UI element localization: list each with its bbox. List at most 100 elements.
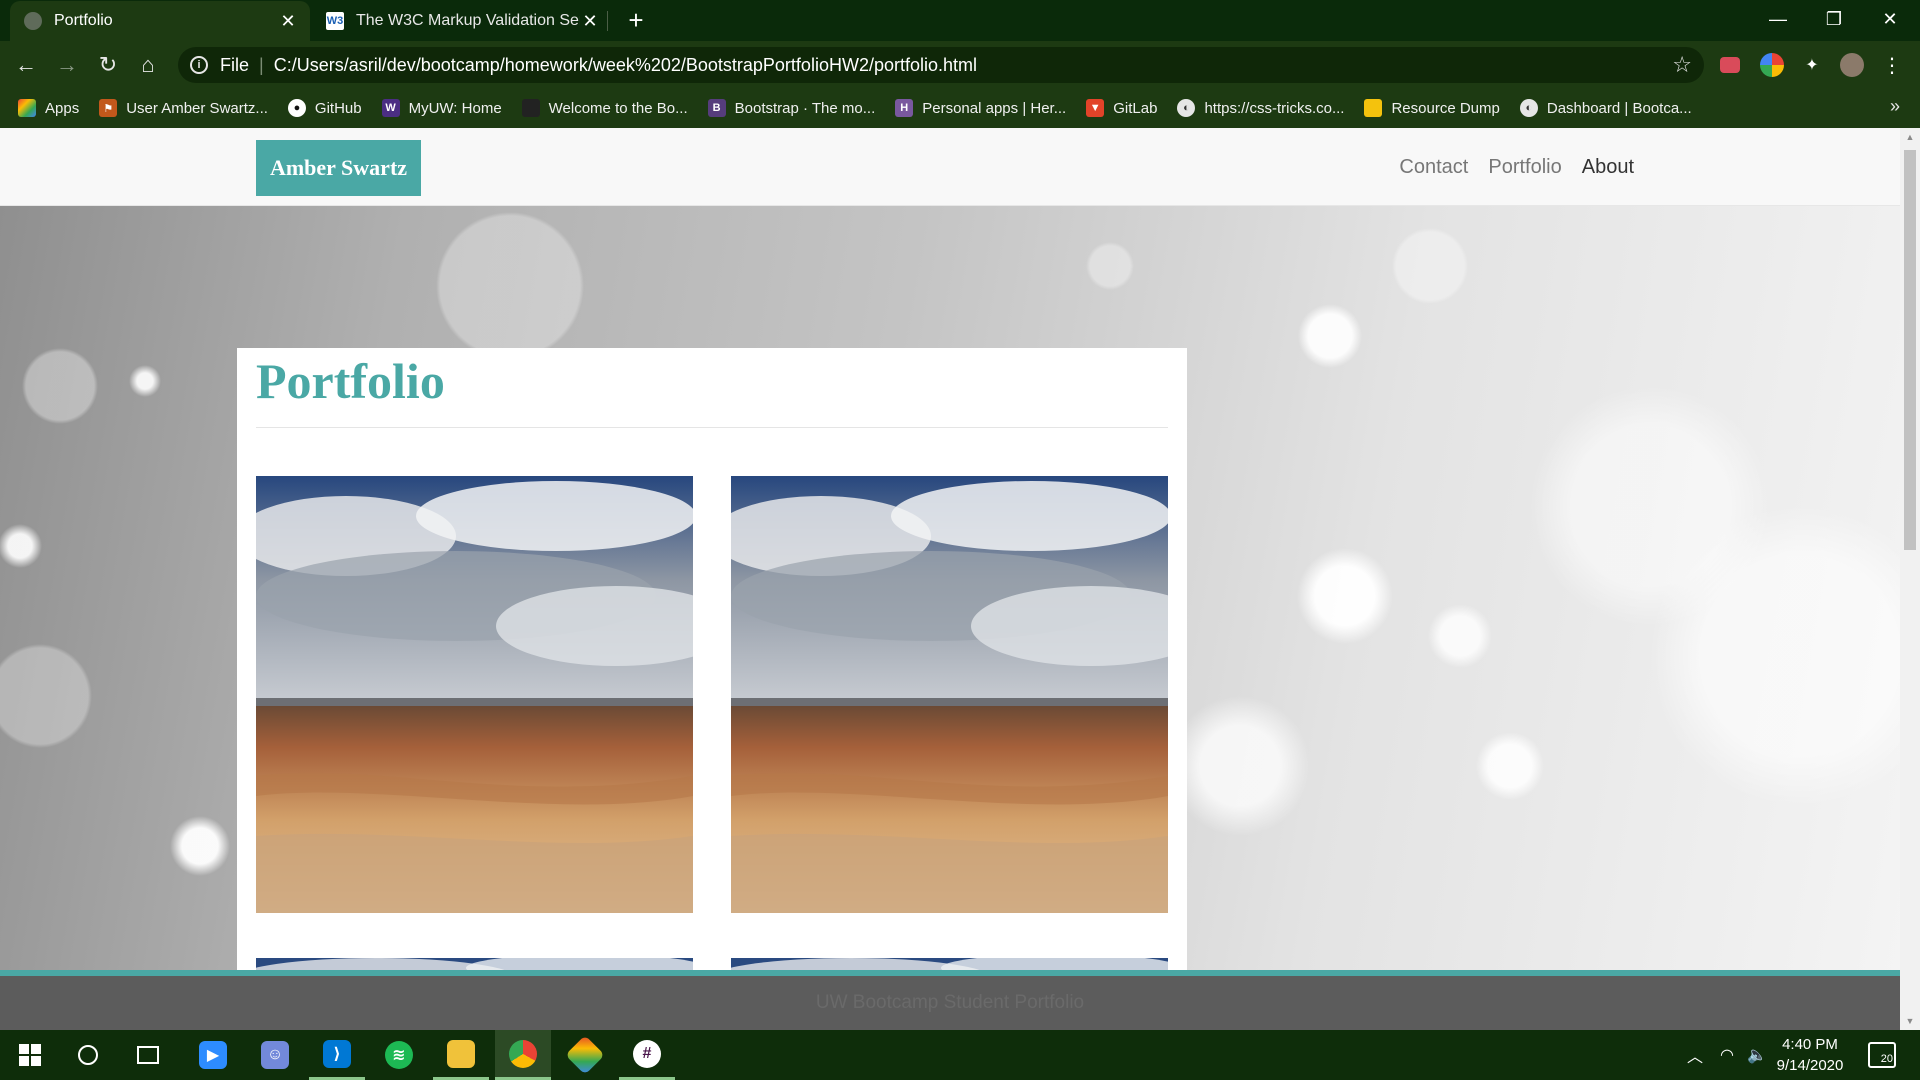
bookmark-github[interactable]: ● GitHub <box>287 99 362 117</box>
new-tab-button[interactable]: + <box>622 5 650 35</box>
tab-title: Portfolio <box>54 12 113 29</box>
minimize-button[interactable]: — <box>1750 0 1806 38</box>
github-icon: ● <box>287 99 306 117</box>
home-icon[interactable]: ⌂ <box>132 49 164 81</box>
portfolio-image[interactable] <box>731 476 1168 913</box>
bookmark-label: https://css-tricks.co... <box>1204 99 1345 117</box>
scrollbar-thumb[interactable] <box>1904 150 1916 550</box>
bookmark-user-amber[interactable]: ⚑ User Amber Swartz... <box>99 99 268 117</box>
bookmark-apps[interactable]: Apps <box>18 99 79 117</box>
apps-grid-icon <box>18 99 36 117</box>
wifi-icon[interactable]: ◠ <box>1712 1030 1742 1080</box>
portfolio-image[interactable] <box>256 476 693 913</box>
bookmark-css-tricks[interactable]: ◐ https://css-tricks.co... <box>1177 99 1344 117</box>
clock-date: 9/14/2020 <box>1776 1057 1844 1074</box>
heroku-icon: H <box>895 99 914 117</box>
portfolio-card: Portfolio <box>237 348 1187 1030</box>
url-divider: | <box>259 54 264 75</box>
tab-portfolio[interactable]: Portfolio ✕ <box>10 1 310 41</box>
nav-portfolio[interactable]: Portfolio <box>1488 156 1561 179</box>
system-clock[interactable]: 4:40 PM 9/14/2020 <box>1770 1034 1850 1076</box>
w-icon: W <box>381 99 400 117</box>
site-navbar: Amber Swartz Contact Portfolio About <box>0 128 1900 206</box>
windows-start-icon[interactable] <box>2 1030 58 1080</box>
close-tab-icon[interactable]: ✕ <box>278 11 298 31</box>
nav-links: Contact Portfolio About <box>1399 156 1634 179</box>
file-explorer-icon[interactable] <box>433 1030 489 1080</box>
tab-divider <box>607 11 608 31</box>
page-scrollbar[interactable]: ▲ ▼ <box>1900 128 1920 1030</box>
bootstrap-icon: B <box>707 99 726 117</box>
zoom-icon[interactable]: ▶ <box>185 1030 241 1080</box>
profile-avatar[interactable] <box>1840 53 1864 77</box>
bookmark-label: Welcome to the Bo... <box>548 99 688 117</box>
bookmark-label: Bootstrap · The mo... <box>734 99 876 117</box>
extension-video-icon[interactable] <box>1720 57 1740 73</box>
url-scheme: File <box>220 54 250 75</box>
footer-text: UW Bootcamp Student Portfolio <box>815 992 1085 1013</box>
chevron-up-icon[interactable]: ︿ <box>1680 1030 1710 1080</box>
close-window-button[interactable]: ✕ <box>1862 0 1918 38</box>
back-arrow-icon[interactable]: ← <box>10 49 42 81</box>
book-icon <box>521 99 540 117</box>
bookmark-star-icon[interactable]: ☆ <box>1672 52 1692 78</box>
brand-logo[interactable]: Amber Swartz <box>256 140 421 196</box>
bookmark-label: Apps <box>45 99 80 117</box>
bookmark-label: Personal apps | Her... <box>922 99 1067 117</box>
page-viewport: Amber Swartz Contact Portfolio About Por… <box>0 128 1900 1030</box>
bookmark-gitlab[interactable]: ▼ GitLab <box>1086 99 1157 117</box>
windows-taskbar: ▶ ☺ ⟩ ≋ # ︿ ◠ 🔈 4:40 PM 9/14/2020 20 <box>0 1030 1920 1080</box>
bookmark-label: MyUW: Home <box>408 99 502 117</box>
scroll-down-arrow-icon[interactable]: ▼ <box>1900 1012 1920 1030</box>
site-footer: UW Bootcamp Student Portfolio <box>0 970 1900 1030</box>
bookmark-label: GitLab <box>1113 99 1158 117</box>
bookmark-label: User Amber Swartz... <box>126 99 268 117</box>
bookmark-resource-dump[interactable]: Resource Dump <box>1364 99 1500 117</box>
bookmark-label: GitHub <box>314 99 362 117</box>
page-title: Portfolio <box>256 353 445 409</box>
tab-w3c-validator[interactable]: W3 The W3C Markup Validation Serv ✕ <box>312 1 612 41</box>
spotify-icon[interactable]: ≋ <box>371 1030 427 1080</box>
globe-icon: ◐ <box>1519 99 1538 117</box>
bookmark-label: Resource Dump <box>1391 99 1500 117</box>
clock-time: 4:40 PM <box>1782 1036 1838 1053</box>
close-tab-icon[interactable]: ✕ <box>580 11 600 31</box>
bookmark-label: Dashboard | Bootca... <box>1546 99 1692 117</box>
w3c-icon: W3 <box>326 12 344 30</box>
puzzle-extensions-icon[interactable]: ✦ <box>1800 53 1824 77</box>
nav-about[interactable]: About <box>1582 156 1634 179</box>
search-circle-icon[interactable] <box>60 1030 116 1080</box>
more-bookmarks-button[interactable]: » <box>1890 96 1900 117</box>
bookmark-bootstrap[interactable]: B Bootstrap · The mo... <box>707 99 876 117</box>
globe-icon <box>24 12 42 30</box>
forward-arrow-icon[interactable]: → <box>51 49 83 81</box>
reload-icon[interactable]: ↻ <box>92 49 124 81</box>
info-icon[interactable]: i <box>190 56 208 74</box>
notification-count: 20 <box>1880 1053 1893 1065</box>
git-icon[interactable] <box>557 1030 613 1080</box>
globe-icon: ◐ <box>1177 99 1196 117</box>
address-bar[interactable]: i File | C:/Users/asril/dev/bootcamp/hom… <box>178 47 1704 83</box>
bookmark-welcome[interactable]: Welcome to the Bo... <box>521 99 688 117</box>
kebab-menu-icon[interactable]: ⋮ <box>1880 53 1904 77</box>
doc-icon <box>1364 99 1383 117</box>
chrome-icon[interactable] <box>495 1030 551 1080</box>
nav-contact[interactable]: Contact <box>1399 156 1468 179</box>
discord-icon[interactable]: ☺ <box>247 1030 303 1080</box>
tab-strip: Portfolio ✕ W3 The W3C Markup Validation… <box>0 0 1920 41</box>
browser-toolbar: ← → ↻ ⌂ i File | C:/Users/asril/dev/boot… <box>0 41 1920 88</box>
volume-icon[interactable]: 🔈 <box>1742 1030 1772 1080</box>
divider <box>256 427 1168 428</box>
extension-color-icon[interactable] <box>1760 53 1784 77</box>
bookmark-dashboard[interactable]: ◐ Dashboard | Bootca... <box>1519 99 1692 117</box>
bookmarks-bar: Apps ⚑ User Amber Swartz... ● GitHub W M… <box>0 88 1920 128</box>
slack-icon[interactable]: # <box>619 1030 675 1080</box>
vscode-icon[interactable]: ⟩ <box>309 1030 365 1080</box>
task-view-icon[interactable] <box>120 1030 176 1080</box>
bookmark-heroku[interactable]: H Personal apps | Her... <box>895 99 1066 117</box>
notification-center-icon[interactable]: 20 <box>1868 1042 1896 1068</box>
bookmark-myuw[interactable]: W MyUW: Home <box>381 99 502 117</box>
restore-button[interactable]: ❐ <box>1806 0 1862 38</box>
gitlab-icon: ▼ <box>1086 99 1105 117</box>
scroll-up-arrow-icon[interactable]: ▲ <box>1900 128 1920 146</box>
